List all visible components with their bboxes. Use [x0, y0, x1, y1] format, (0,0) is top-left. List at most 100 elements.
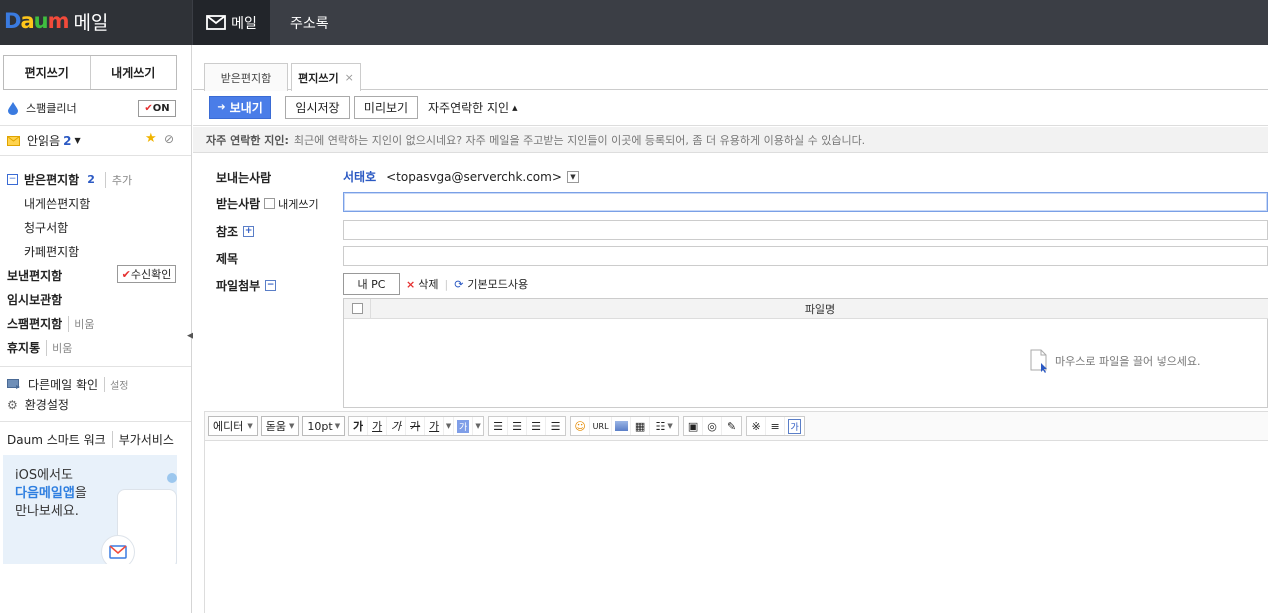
strike-button[interactable]: 가	[406, 417, 426, 435]
photo-icon[interactable]: ▣	[684, 417, 704, 435]
align-center-icon[interactable]: ☰	[508, 417, 528, 435]
spam-cleaner-label: 스팸클리너	[26, 102, 77, 115]
divider	[0, 155, 191, 156]
sidebar-item-sent[interactable]: 보낸편지함	[7, 267, 62, 284]
underline-button[interactable]: 가	[368, 417, 388, 435]
to-self-checkbox[interactable]	[264, 198, 276, 209]
italic-button[interactable]: 가	[387, 417, 407, 435]
trash-empty-link[interactable]: 비움	[46, 339, 72, 356]
preview-button[interactable]: 미리보기	[354, 96, 418, 119]
file-drag-icon	[1030, 349, 1047, 373]
other-mail-check[interactable]: 다른메일 확인 설정	[7, 376, 128, 393]
align-right-icon[interactable]: ☰	[527, 417, 547, 435]
collapse-icon[interactable]: −	[7, 174, 18, 185]
media-group: ▣ ◎ ✎	[683, 416, 743, 436]
basic-mode-button[interactable]: 기본모드사용	[467, 276, 528, 292]
horizontal-rule-button[interactable]: ≡	[766, 417, 786, 435]
spam-cleaner-toggle[interactable]: ✔ ON	[138, 100, 176, 117]
align-justify-icon[interactable]: ☰	[546, 417, 565, 435]
attach-collapse-icon[interactable]: −	[265, 280, 277, 291]
sender-dropdown-icon[interactable]: ▼	[566, 170, 579, 183]
extra-services-link[interactable]: 부가서비스	[111, 431, 174, 448]
subject-input[interactable]	[343, 246, 1268, 266]
text-box-button[interactable]: 가	[785, 417, 804, 435]
my-pc-button[interactable]: 내 PC	[343, 273, 400, 295]
editor-mode-value: 에디터	[213, 420, 244, 433]
inbox-add-link[interactable]: 추가	[104, 171, 132, 188]
font-select[interactable]: 돋움 ▼	[260, 416, 300, 436]
settings-link[interactable]: ⚙ 환경설정	[7, 396, 69, 413]
bold-button[interactable]: 가	[349, 417, 369, 435]
frequent-contacts-info: 자주 연락한 지인: 최근에 연락하는 지인이 없으시네요? 자주 메일을 주고…	[193, 127, 1268, 153]
inbox-count: 2	[87, 173, 95, 186]
sender-label: 보내는사람	[216, 171, 272, 185]
editor-mode-select[interactable]: 에디터 ▼	[208, 416, 258, 436]
sidebar-item-inbox[interactable]: − 받은편지함 2 추가	[7, 171, 132, 188]
close-icon[interactable]: ×	[345, 71, 354, 84]
read-receipt-button[interactable]: ✔ 수신확인	[117, 265, 176, 283]
cc-expand-icon[interactable]: +	[243, 226, 255, 237]
align-left-icon[interactable]: ☰	[489, 417, 509, 435]
send-button[interactable]: ➜ 보내기	[209, 96, 271, 119]
tab-bar: 받은편지함 편지쓰기 ×	[193, 45, 1268, 91]
app-promo-banner[interactable]: iOS에서도 다음메일앱을 만나보세요.	[3, 455, 177, 564]
star-icon[interactable]: ★	[145, 131, 157, 146]
editor-body[interactable]	[204, 441, 1268, 613]
select-all-checkbox[interactable]	[351, 303, 363, 314]
service-links: Daum 스마트 워크 부가서비스	[7, 431, 174, 448]
chevron-down-icon[interactable]: ▼	[473, 417, 483, 435]
to-input[interactable]	[343, 192, 1268, 212]
spam-cleaner-toggle-text: ON	[152, 103, 170, 114]
sidebar-item-self[interactable]: 내게쓴편지함	[24, 195, 90, 212]
url-button[interactable]: URL	[590, 417, 613, 435]
align-group: ☰ ☰ ☰ ☰	[488, 416, 567, 436]
smart-work-link[interactable]: Daum 스마트 워크	[7, 431, 106, 448]
chevron-down-icon[interactable]: ▼	[444, 417, 455, 435]
spam-box-label: 스팸편지함	[7, 317, 63, 331]
emoticon-icon[interactable]: ☺	[571, 417, 591, 435]
cc-label-row: 참조 +	[216, 223, 255, 240]
sidebar-item-trash[interactable]: 휴지통 비움	[7, 339, 72, 356]
bg-color-button[interactable]: 가	[454, 417, 474, 435]
daum-logo[interactable]: Daum 메일	[4, 6, 108, 36]
caret-down-icon[interactable]: ▼	[74, 136, 80, 145]
unread-filter[interactable]: 안읽음 2 ▼	[7, 132, 81, 149]
extra-group: ※ ≡ 가	[746, 416, 806, 436]
write-mail-button[interactable]: 편지쓰기	[4, 56, 91, 89]
spam-cleaner[interactable]: 스팸클리너	[7, 100, 77, 116]
nav-mail[interactable]: 메일	[193, 0, 270, 45]
nav-address-book[interactable]: 주소록	[290, 0, 329, 45]
delete-button[interactable]: 삭제	[418, 276, 438, 292]
list-icon[interactable]: ☷ ▼	[650, 417, 678, 435]
chevron-down-icon: ▼	[247, 422, 253, 430]
check-icon: ✔	[121, 267, 131, 281]
cc-input[interactable]	[343, 220, 1268, 240]
select-all-files[interactable]	[344, 299, 371, 318]
font-size-select[interactable]: 10pt ▼	[302, 416, 346, 436]
frequent-contacts-toggle[interactable]: 자주연락한 지인 ▲	[428, 96, 518, 119]
sidebar-item-spam[interactable]: 스팸편지함 비움	[7, 315, 94, 332]
attach-controls: 내 PC × 삭제 | ⟳ 기본모드사용	[343, 273, 528, 295]
font-color-button[interactable]: 가	[425, 417, 445, 435]
special-char-button[interactable]: ※	[747, 417, 767, 435]
caret-up-icon: ▲	[512, 103, 518, 112]
paperclip-icon[interactable]: ⊘	[164, 132, 174, 146]
sidebar-item-cafe[interactable]: 카페편지함	[24, 243, 79, 260]
sidebar-item-bills[interactable]: 청구서함	[24, 219, 68, 236]
promo-line2-suffix: 을	[74, 486, 87, 501]
map-icon[interactable]: ◎	[703, 417, 723, 435]
table-icon[interactable]: ▦	[631, 417, 651, 435]
save-draft-button[interactable]: 임시저장	[285, 96, 350, 119]
tab-inbox[interactable]: 받은편지함	[204, 63, 288, 91]
file-drop-area[interactable]: 파일명 마우스로 파일을 끌어 넣으세요.	[343, 298, 1268, 408]
spam-empty-link[interactable]: 비움	[68, 315, 94, 332]
sidebar-item-drafts[interactable]: 임시보관함	[7, 291, 62, 308]
image-block-icon[interactable]	[612, 417, 632, 435]
sticker-icon[interactable]: ✎	[722, 417, 741, 435]
insert-group: ☺ URL ▦ ☷ ▼	[570, 416, 680, 436]
tab-write[interactable]: 편지쓰기 ×	[291, 63, 361, 91]
write-to-me-button[interactable]: 내게쓰기	[91, 56, 177, 89]
other-mail-settings-link[interactable]: 설정	[104, 377, 128, 392]
chevron-down-icon: ▼	[334, 422, 341, 430]
compose-toolbar: ➜ 보내기 임시저장 미리보기 자주연락한 지인 ▲	[193, 91, 1268, 126]
